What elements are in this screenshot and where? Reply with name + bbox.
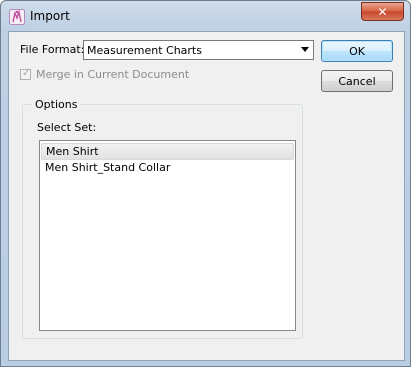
cancel-button[interactable]: Cancel <box>321 70 393 92</box>
title-bar[interactable]: Import ✕ <box>1 1 410 31</box>
file-format-dropdown[interactable]: Measurement Charts <box>83 40 314 60</box>
checkmark-icon: ✓ <box>22 68 31 79</box>
list-item-label: Men Shirt <box>46 145 99 158</box>
select-set-label: Select Set: <box>37 121 97 134</box>
list-item-label: Men Shirt_Stand Collar <box>45 161 171 174</box>
merge-checkbox[interactable]: ✓ <box>20 68 31 80</box>
file-format-value: Measurement Charts <box>87 44 202 57</box>
chevron-down-icon <box>301 47 309 52</box>
close-icon: ✕ <box>377 4 388 19</box>
ok-button[interactable]: OK <box>321 40 393 62</box>
dialog-body: File Format: Measurement Charts OK Cance… <box>8 31 405 361</box>
ok-button-label: OK <box>349 44 365 58</box>
list-item-men-shirt[interactable]: Men Shirt <box>41 143 294 160</box>
import-dialog: Import ✕ File Format: Measurement Charts… <box>0 0 411 367</box>
file-format-label: File Format: <box>20 43 85 56</box>
list-item-men-shirt-stand-collar[interactable]: Men Shirt_Stand Collar <box>41 160 294 177</box>
cancel-button-label: Cancel <box>338 74 376 88</box>
select-set-list[interactable]: Men Shirt Men Shirt_Stand Collar <box>39 140 296 331</box>
close-button[interactable]: ✕ <box>361 2 404 21</box>
app-logo-icon <box>9 9 25 25</box>
merge-checkbox-label: Merge in Current Document <box>36 68 190 81</box>
options-group-title: Options <box>32 98 81 111</box>
window-title: Import <box>30 9 70 23</box>
